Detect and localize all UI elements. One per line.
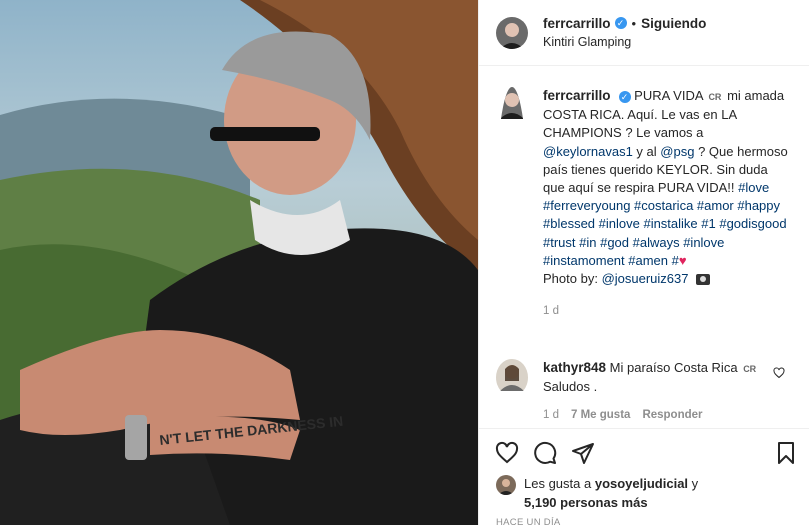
- comment-likes[interactable]: 7 Me gusta: [571, 409, 630, 421]
- post-photo-illustration: N'T LET THE DARKNESS IN: [0, 0, 478, 525]
- comment-username[interactable]: kathyr848: [543, 360, 606, 375]
- header-text: ferrcarrillo ✓ • Siguiendo Kintiri Glamp…: [543, 14, 706, 52]
- separator-dot: •: [631, 15, 637, 31]
- post-photo[interactable]: N'T LET THE DARKNESS IN: [0, 0, 478, 525]
- verified-badge-icon: ✓: [614, 17, 627, 29]
- heart-emoji-icon: ♥: [678, 252, 687, 268]
- comment: kathyr848 Mi paraíso Costa Rica CR Salud…: [496, 359, 796, 421]
- instagram-post: N'T LET THE DARKNESS IN ferrcarrillo ✓ •…: [0, 0, 809, 528]
- mention-psg[interactable]: @psg: [660, 144, 694, 159]
- following-button[interactable]: Siguiendo: [641, 14, 706, 33]
- liker-avatar[interactable]: [496, 475, 516, 495]
- likes-prefix: Les gusta a: [524, 476, 592, 491]
- caption-time[interactable]: 1 d: [543, 302, 793, 320]
- username-link[interactable]: ferrcarrillo: [543, 14, 611, 33]
- save-bookmark-icon[interactable]: [774, 441, 798, 465]
- action-icons: [495, 441, 595, 465]
- post-timestamp[interactable]: HACE UN DÍA: [496, 517, 561, 528]
- comment-text: kathyr848 Mi paraíso Costa Rica CR Salud…: [543, 359, 768, 396]
- caption-part1: PURA VIDA: [634, 88, 703, 103]
- like-heart-icon[interactable]: [495, 441, 519, 465]
- location-link[interactable]: Kintiri Glamping: [543, 33, 706, 52]
- flag-cr: CR: [743, 364, 757, 374]
- caption: ferrcarrillo ✓ PURA VIDA CR mi amada COST…: [496, 87, 796, 320]
- caption-username[interactable]: ferrcarrillo: [543, 88, 611, 103]
- share-paper-plane-icon[interactable]: [571, 441, 595, 465]
- comment-text2: Saludos .: [543, 379, 598, 395]
- likes-text: Les gusta a yosoyeljudicial y 5,190 pers…: [524, 475, 698, 512]
- liker-username[interactable]: yosoyeljudicial: [595, 476, 688, 491]
- mention-josueruiz637[interactable]: @josueruiz637: [602, 271, 689, 286]
- flag-cr: CR: [708, 92, 722, 102]
- caption-avatar[interactable]: [496, 87, 528, 320]
- comment-avatar[interactable]: [496, 359, 528, 396]
- comment-text1: Mi paraíso Costa Rica: [609, 360, 738, 375]
- action-bar: Les gusta a yosoyeljudicial y 5,190 pers…: [479, 428, 809, 528]
- likes-count[interactable]: 5,190 personas más: [524, 495, 648, 510]
- likes-suffix: y: [691, 476, 699, 491]
- comment-time[interactable]: 1 d: [543, 409, 559, 421]
- camera-emoji-icon: [696, 274, 711, 286]
- comment-bubble-icon[interactable]: [533, 441, 557, 465]
- verified-badge-icon: ✓: [618, 91, 631, 103]
- comment-like-heart-icon[interactable]: [773, 367, 785, 379]
- comment-meta: 1 d 7 Me gusta Responder: [543, 409, 703, 421]
- avatar[interactable]: [496, 16, 528, 49]
- caption-part3: y al: [636, 143, 657, 159]
- caption-text: ferrcarrillo ✓ PURA VIDA CR mi amada COST…: [543, 87, 793, 320]
- likes-summary: Les gusta a yosoyeljudicial y 5,190 pers…: [496, 475, 698, 512]
- photo-by-label: Photo by:: [543, 271, 598, 287]
- mention-keylornavas1[interactable]: @keylornavas1: [543, 144, 633, 159]
- post-header: ferrcarrillo ✓ • Siguiendo Kintiri Glamp…: [479, 0, 809, 66]
- reply-button[interactable]: Responder: [642, 409, 702, 421]
- post-sidebar: ferrcarrillo ✓ • Siguiendo Kintiri Glamp…: [478, 0, 809, 528]
